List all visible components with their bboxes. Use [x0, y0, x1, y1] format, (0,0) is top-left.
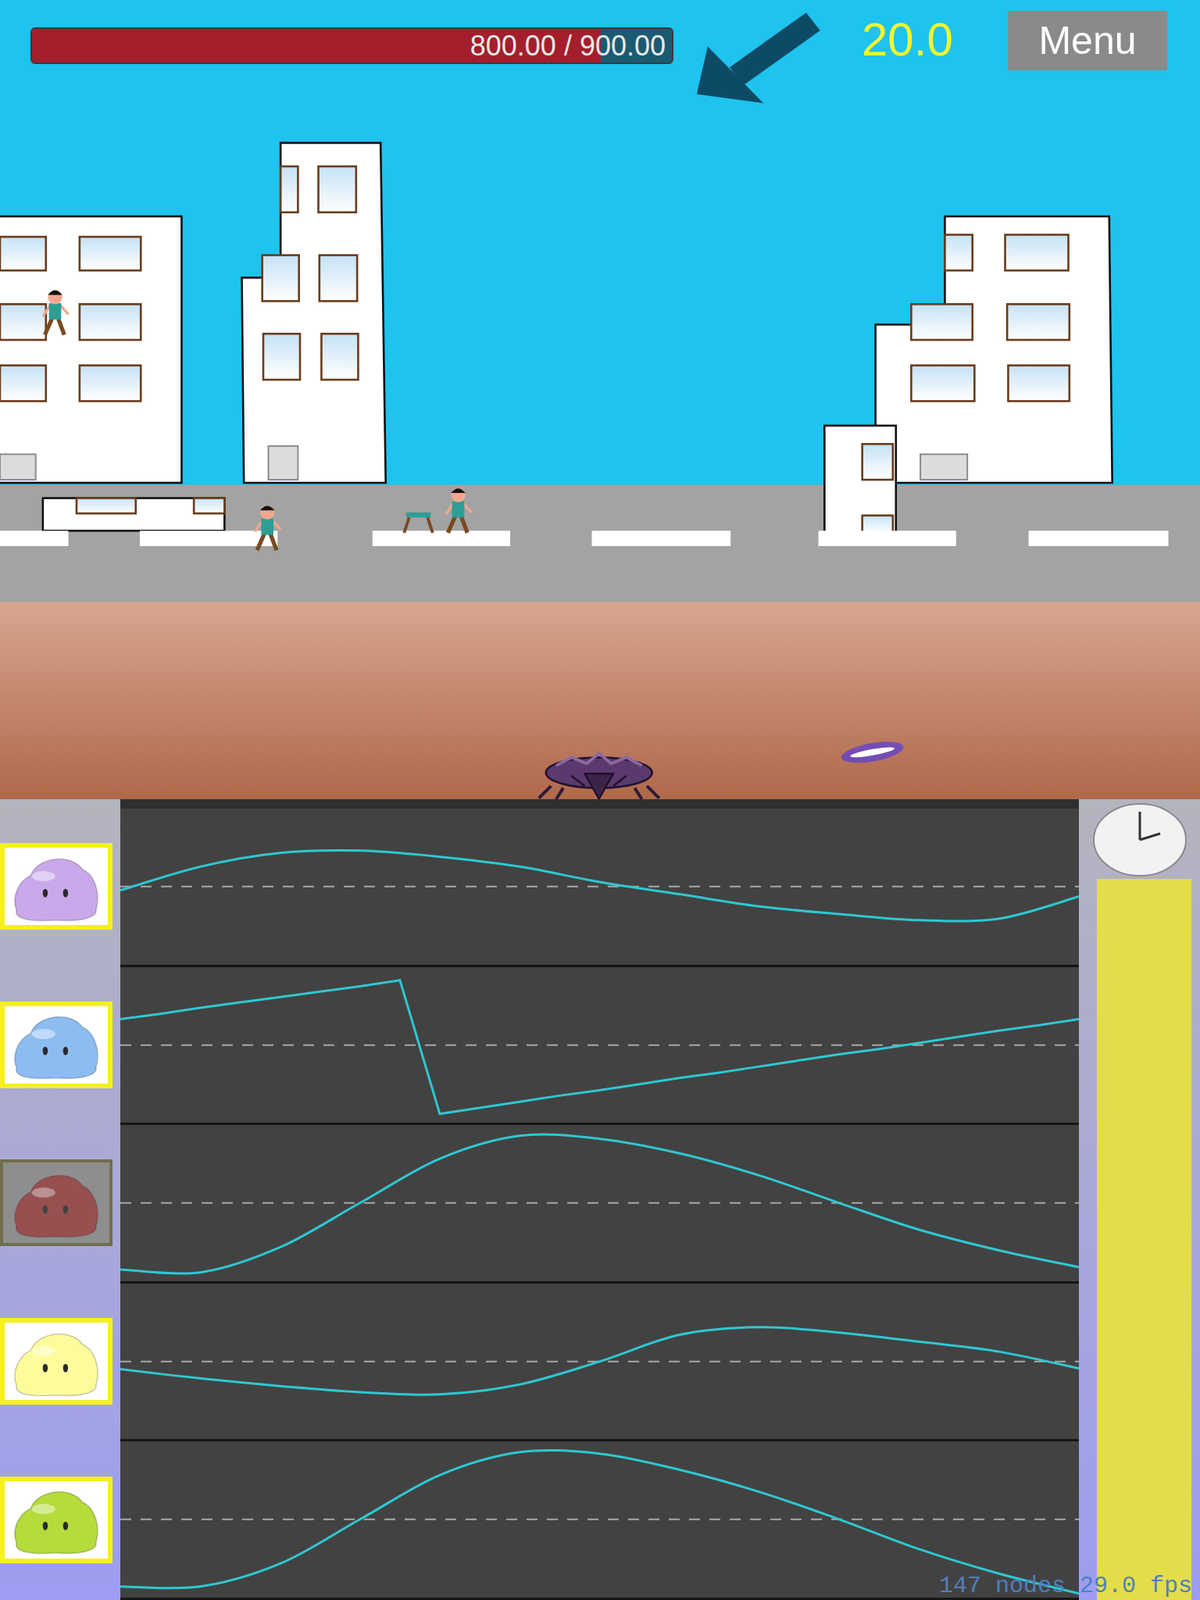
- slime-button[interactable]: [0, 1159, 113, 1247]
- wave-plot: [120, 1283, 1079, 1440]
- slime-body: [14, 1017, 98, 1079]
- wave-line: [120, 1134, 1079, 1274]
- wave-line: [120, 979, 1079, 1114]
- game-screen: 800.00 / 900.00 20.0 Menu 147 nodes 29.0…: [0, 0, 1200, 1600]
- direction-arrow-icon: [693, 10, 822, 108]
- slime-column: [0, 799, 121, 1600]
- timer-meter: [1096, 878, 1192, 1600]
- zero-line: [120, 1202, 1079, 1204]
- slime-cell: [0, 1283, 121, 1443]
- wave-panel: [120, 1283, 1079, 1443]
- hud: 800.00 / 900.00 20.0 Menu: [0, 0, 1200, 108]
- slime-button[interactable]: [0, 1317, 113, 1405]
- slime-button[interactable]: [0, 1001, 113, 1089]
- wave-plot: [120, 1441, 1079, 1598]
- spider-enemy: [539, 753, 660, 800]
- wave-panel: [120, 1125, 1079, 1284]
- wave-line: [120, 1327, 1079, 1396]
- slime-body: [14, 1175, 98, 1238]
- slime-body: [14, 858, 98, 921]
- zero-line: [120, 885, 1079, 888]
- wave-panel: [120, 808, 1079, 968]
- slime-body: [14, 1333, 98, 1396]
- wave-plot: [120, 1125, 1079, 1282]
- wave-panel: [120, 1441, 1079, 1600]
- slime-cell: [0, 967, 121, 1126]
- wave-chart: [120, 799, 1079, 1600]
- health-reading: 800.00 / 900.00: [32, 28, 672, 63]
- slime-icon: [7, 850, 105, 923]
- slime-button[interactable]: [0, 842, 113, 930]
- score: 20.0: [861, 14, 954, 66]
- building: [242, 142, 386, 483]
- menu-button[interactable]: Menu: [1007, 10, 1168, 71]
- clock-icon: [1091, 800, 1189, 879]
- wave-line: [120, 1450, 1079, 1594]
- fallen-building: [42, 498, 225, 532]
- wave-panel: [120, 967, 1079, 1126]
- building: [0, 216, 182, 483]
- person: [255, 505, 282, 550]
- slime-cell: [0, 1125, 121, 1284]
- slime-body: [14, 1492, 98, 1554]
- wave-plot: [120, 808, 1079, 965]
- wave-plot: [120, 967, 1079, 1124]
- building: [875, 216, 1113, 483]
- timer-column: [1078, 799, 1200, 1600]
- building: [824, 425, 896, 533]
- health-bar: 800.00 / 900.00: [30, 27, 674, 65]
- wave-line: [120, 850, 1079, 922]
- laser-bolt: [839, 737, 906, 767]
- slime-icon: [7, 1008, 105, 1081]
- slime-icon: [7, 1167, 105, 1240]
- game-scene: 800.00 / 900.00 20.0 Menu: [0, 0, 1200, 800]
- zero-line: [120, 1518, 1079, 1521]
- bench: [403, 512, 433, 533]
- person: [446, 488, 472, 533]
- control-panel: 147 nodes 29.0 fps: [0, 799, 1200, 1600]
- road-markings: [0, 530, 1169, 547]
- person: [42, 289, 69, 335]
- slime-icon: [7, 1483, 105, 1556]
- city-scene: [0, 0, 1200, 800]
- slime-icon: [7, 1325, 105, 1398]
- slime-cell: [0, 1441, 121, 1600]
- slime-button[interactable]: [0, 1476, 113, 1564]
- debug-stats: 147 nodes 29.0 fps: [939, 1571, 1193, 1600]
- slime-cell: [0, 808, 121, 968]
- zero-line: [120, 1043, 1079, 1046]
- timer-fill: [1096, 878, 1192, 1600]
